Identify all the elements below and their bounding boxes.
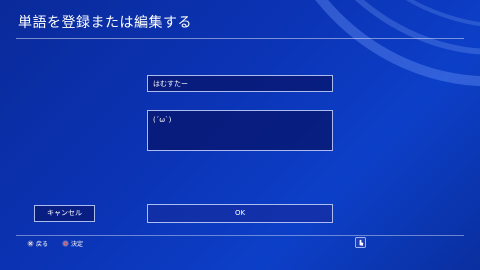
- enter-hint: 決定: [62, 239, 83, 248]
- cancel-button[interactable]: キャンセル: [34, 205, 95, 222]
- back-hint: 戻る: [27, 239, 48, 248]
- footer-divider: [16, 235, 464, 236]
- page-title: 単語を登録または編集する: [18, 15, 192, 31]
- cross-button-icon: [27, 240, 34, 247]
- circle-button-icon: [62, 240, 69, 247]
- title-divider: [16, 38, 464, 39]
- back-label: 戻る: [36, 241, 49, 248]
- ok-button[interactable]: OK: [147, 204, 333, 223]
- word-input[interactable]: はむすたー: [147, 75, 333, 92]
- reading-input[interactable]: (´ω`): [147, 110, 333, 151]
- touchpad-icon: [355, 237, 366, 248]
- enter-label: 決定: [71, 241, 84, 248]
